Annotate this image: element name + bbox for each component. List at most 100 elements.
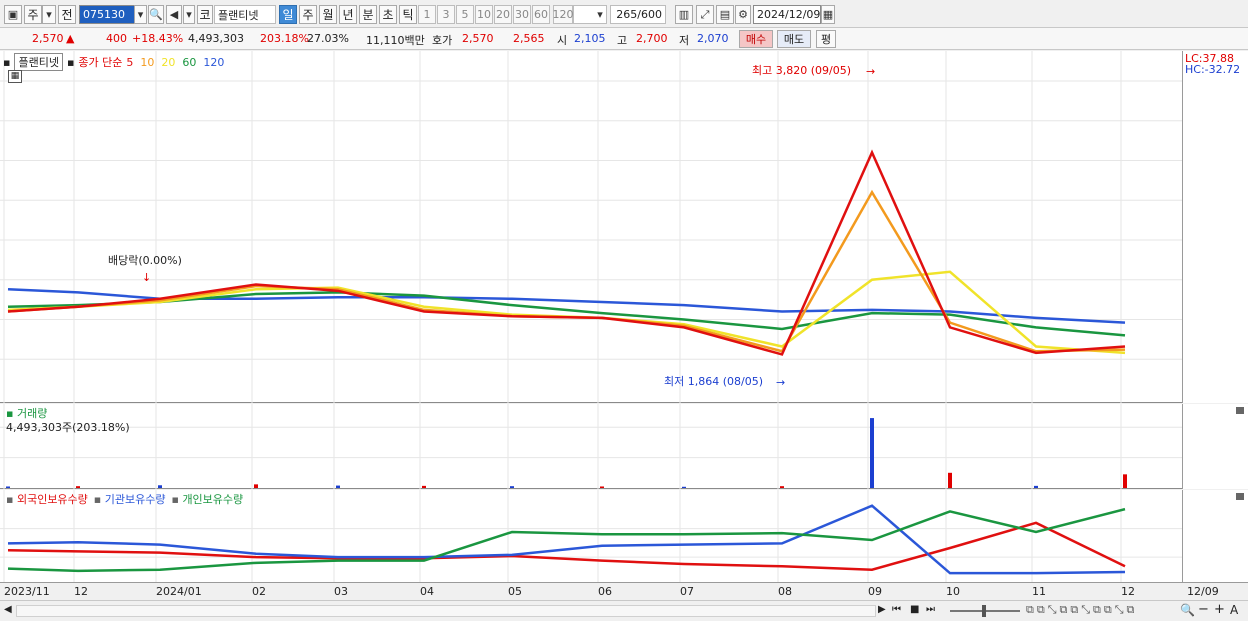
volume-bar	[510, 486, 514, 488]
turnover-rate: 27.03%	[307, 32, 349, 45]
last-page-icon[interactable]: ⏭	[926, 604, 935, 615]
period-tab[interactable]: 년	[339, 5, 357, 24]
zoom-search-icon[interactable]: 🔍	[1180, 603, 1195, 617]
period-tabs: 일주월년분초틱	[279, 5, 419, 24]
volume-bar	[948, 472, 952, 488]
axis-date-label: 10	[946, 585, 960, 598]
zoom-out-icon[interactable]: −	[1198, 602, 1209, 617]
period-tab[interactable]: 월	[319, 5, 337, 24]
period-tab[interactable]: 주	[299, 5, 317, 24]
axis-date-label: 07	[680, 585, 694, 598]
sell-button[interactable]: 매도	[777, 30, 811, 48]
holding-legend-item: ▪ 개인보유수량	[171, 491, 243, 507]
period-tab[interactable]: 일	[279, 5, 297, 24]
price-change-pct: +18.43%	[132, 32, 184, 45]
volume-bar	[76, 486, 80, 488]
stop-icon[interactable]: ■	[910, 604, 919, 615]
volume-value: 4,493,303	[188, 32, 244, 45]
interval-button[interactable]: 1	[418, 5, 436, 24]
font-size-icon[interactable]: A	[1230, 603, 1238, 617]
draw-tool-icon[interactable]: ⤢	[696, 5, 714, 24]
axis-date-label: 2024/01	[156, 585, 202, 598]
volume-axis	[1182, 404, 1248, 489]
calendar-icon[interactable]: ▦	[821, 5, 835, 24]
hc-label: HC:-32.72	[1185, 63, 1241, 76]
interval-button[interactable]: 120	[553, 5, 574, 24]
ma-period-label: 10	[140, 55, 155, 69]
interval-button[interactable]: 3	[437, 5, 455, 24]
holding-legend-label: 개인보유수량	[182, 493, 244, 506]
holdings-legend: ▪ 외국인보유수량 ▪ 기관보유수량 ▪ 개인보유수량	[6, 491, 243, 507]
axis-date-label: 2023/11	[4, 585, 50, 598]
price-axis: LC:37.88 HC:-32.72	[1182, 51, 1248, 403]
scroll-right-icon[interactable]: ▶	[878, 604, 886, 615]
price-change: 400	[106, 32, 127, 45]
low-arrow-icon: →	[776, 376, 785, 389]
scroll-left-icon[interactable]: ◀	[4, 604, 12, 615]
code-dropdown-icon[interactable]: ▾	[134, 5, 147, 24]
layout-icon[interactable]: ▣	[4, 5, 22, 24]
bottom-scroll-bar: ◀ ▶ ⏮ ■ ⏭ ⧉⧉⤡⧉⧉⤡⧉⧉⤡⧉ 🔍 − + A	[0, 600, 1248, 621]
dividend-label: 배당락(0.00%)	[108, 254, 182, 267]
volume-close-icon[interactable]	[1236, 407, 1244, 414]
stock-tag[interactable]: 플랜티넷	[14, 53, 63, 71]
settings-gear-icon[interactable]: ⚙	[735, 5, 751, 24]
period-tab[interactable]: 초	[379, 5, 397, 24]
view-mode-icons[interactable]: ⧉⧉⤡⧉⧉⤡⧉⧉⤡⧉	[1026, 603, 1137, 617]
speaker-dropdown-icon[interactable]: ▾	[183, 5, 195, 24]
holding-legend-label: 외국인보유수량	[16, 493, 88, 506]
stock-code-input[interactable]: 075130	[79, 5, 135, 24]
volume-bar	[422, 485, 426, 488]
axis-date-label: 09	[868, 585, 882, 598]
volume-bar	[870, 418, 874, 488]
market-dropdown-icon[interactable]: ▾	[42, 5, 56, 24]
volume-bar	[1034, 485, 1038, 488]
price-chart: 3,7503,5003,2503,0002,7502,5002,2502,000…	[0, 51, 1243, 403]
data-count-field[interactable]: 265/600	[610, 5, 666, 24]
prev-button[interactable]: 전	[58, 5, 76, 24]
interval-button[interactable]: 10	[475, 5, 493, 24]
legend-dot-icon: ▪	[66, 55, 75, 69]
ma-periods: 5 10 20 60 120	[126, 56, 231, 69]
zoom-in-icon[interactable]: +	[1214, 602, 1225, 617]
data-count-value: 265	[616, 8, 638, 21]
interval-dropdown-icon[interactable]: ▾	[593, 5, 607, 24]
scrollbar-track[interactable]	[16, 605, 876, 617]
volume-ratio: 203.18%	[260, 32, 309, 45]
toolbar: ▣ 주 ▾ 전 075130 ▾ 🔍 ◀ ▾ 코 플랜티넷 일주월년분초틱 13…	[0, 0, 1248, 28]
low-label: 저	[679, 34, 690, 47]
ma-line-10	[7, 189, 1126, 353]
search-icon[interactable]: 🔍	[148, 5, 164, 24]
zoom-slider-handle[interactable]	[982, 605, 986, 617]
date-input[interactable]: 2024/12/09	[753, 5, 821, 24]
buy-button[interactable]: 매수	[739, 30, 773, 48]
speaker-icon[interactable]: ◀	[166, 5, 182, 24]
eval-button[interactable]: 평	[816, 30, 836, 48]
first-page-icon[interactable]: ⏮	[892, 604, 901, 615]
volume-panel: 20,000K10,000K4,493K203.18% ▪ 거래량 4,493,…	[0, 404, 1248, 489]
volume-bar	[158, 485, 162, 488]
period-tab[interactable]: 틱	[399, 5, 417, 24]
axis-date-label: 03	[334, 585, 348, 598]
volume-bar	[1123, 474, 1127, 488]
holdings-axis	[1182, 490, 1248, 582]
interval-button[interactable]: 30	[513, 5, 531, 24]
interval-button[interactable]: 20	[494, 5, 512, 24]
save-icon[interactable]: ▤	[716, 5, 734, 24]
market-select[interactable]: 주	[24, 5, 42, 24]
legend-dot-icon: ▪	[3, 55, 11, 69]
interval-button[interactable]: 60	[532, 5, 550, 24]
axis-date-label: 11	[1032, 585, 1046, 598]
interval-button[interactable]: 5	[456, 5, 474, 24]
holdings-close-icon[interactable]	[1236, 493, 1244, 500]
axis-date-label: 06	[598, 585, 612, 598]
period-tab[interactable]: 분	[359, 5, 377, 24]
open-label: 시	[557, 34, 568, 47]
volume-bar	[336, 485, 340, 488]
stock-name-field[interactable]: 플랜티넷	[214, 5, 276, 24]
high-price: 2,700	[636, 32, 668, 45]
candle-type-icon[interactable]: ▥	[675, 5, 693, 24]
table-view-icon[interactable]: ▦	[8, 70, 22, 83]
low-marker-label: 최저 1,864 (08/05)	[664, 375, 763, 388]
axis-date-label: 04	[420, 585, 434, 598]
